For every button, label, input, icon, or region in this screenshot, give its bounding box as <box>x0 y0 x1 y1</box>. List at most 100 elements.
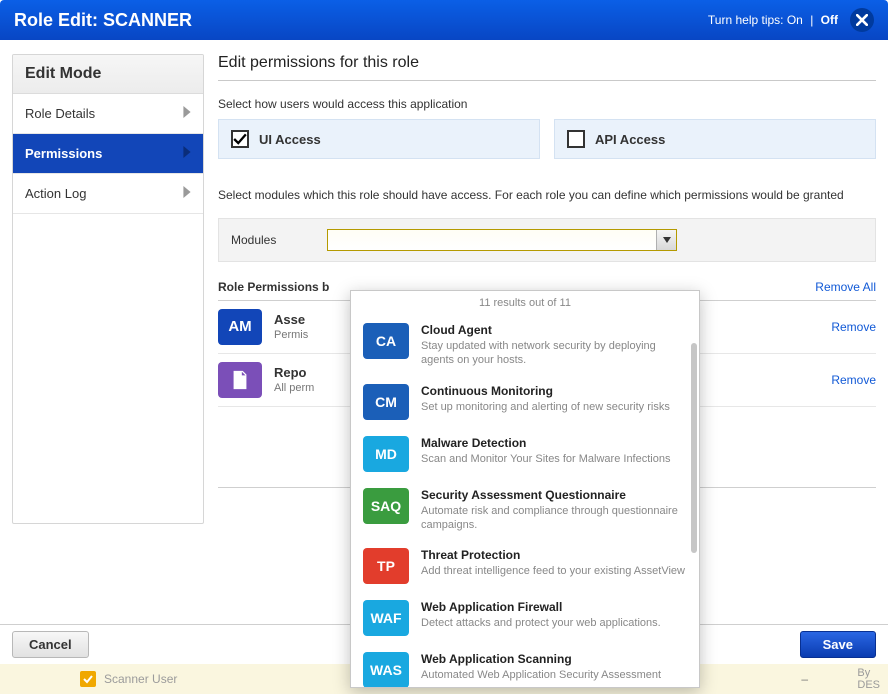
modules-combo <box>327 229 677 251</box>
dropdown-item[interactable]: CA Cloud Agent Stay updated with network s… <box>351 315 699 376</box>
dropdown-item-texts: Continuous MonitoringSet up monitoring a… <box>421 384 687 414</box>
window-title: Role Edit: SCANNER <box>14 10 192 31</box>
titlebar: Role Edit: SCANNER Turn help tips: On | … <box>0 0 888 40</box>
scanner-user-checkbox[interactable] <box>80 671 96 687</box>
module-badge: TP <box>363 548 409 584</box>
module-badge-reports <box>218 362 262 398</box>
modules-input[interactable] <box>327 229 677 251</box>
dropdown-item-texts: Web Application Firewall Detect attacks a… <box>421 600 687 630</box>
sidebar-header: Edit Mode <box>13 55 203 94</box>
by-label: By <box>857 667 880 679</box>
sidebar-item-label: Role Details <box>25 106 95 121</box>
modules-dropdown-toggle[interactable] <box>656 230 676 250</box>
modules-bar: Modules <box>218 218 876 262</box>
module-badge: MD <box>363 436 409 472</box>
dropdown-item-texts: Malware Detection Scan and Monitor Your S… <box>421 436 687 466</box>
dash: – <box>801 672 808 686</box>
api-access-option[interactable]: API Access <box>554 119 876 159</box>
help-tips-divider: | <box>806 13 817 27</box>
dropdown-item-desc: Automate risk and compliance through que… <box>421 504 687 533</box>
permission-title: Repo <box>274 365 314 380</box>
dropdown-item[interactable]: SAQ Security Assessment Questionnaire Auto… <box>351 480 699 541</box>
help-tips-off[interactable]: Off <box>821 13 838 27</box>
sidebar-item-permissions[interactable]: Permissions <box>13 134 203 174</box>
permission-title: Asse <box>274 312 308 327</box>
dropdown-item[interactable]: WAS Web Application Scanning Automated Web… <box>351 644 699 687</box>
titlebar-right: Turn help tips: On | Off <box>708 8 874 32</box>
dropdown-list[interactable]: CA Cloud Agent Stay updated with network s… <box>351 315 699 687</box>
sidebar-item-role-details[interactable]: Role Details <box>13 94 203 134</box>
help-tips-on[interactable]: On <box>787 13 803 27</box>
dropdown-item-desc: Add threat intelligence feed to your exi… <box>421 564 687 578</box>
help-tips-toggle: Turn help tips: On | Off <box>708 13 838 27</box>
dropdown-item-texts: Web Application Scanning Automated Web Ap… <box>421 652 687 682</box>
permission-row-left: Repo All perm <box>218 362 314 398</box>
dropdown-item[interactable]: TP Threat Protection Add threat intelligen… <box>351 540 699 592</box>
sidebar-item-action-log[interactable]: Action Log <box>13 174 203 214</box>
save-button[interactable]: Save <box>800 631 876 658</box>
dropdown-item-texts: Threat Protection Add threat intelligence… <box>421 548 687 578</box>
chevron-right-icon <box>183 106 191 121</box>
module-badge: CM <box>363 384 409 420</box>
check-icon <box>83 674 93 684</box>
bottom-right: By DES <box>857 667 880 691</box>
scanner-user-label: Scanner User <box>104 672 177 686</box>
module-badge: SAQ <box>363 488 409 524</box>
document-icon <box>229 369 251 391</box>
cancel-button[interactable]: Cancel <box>12 631 89 658</box>
sidebar: Edit Mode Role Details Permissions Actio… <box>12 54 204 524</box>
dropdown-item-title: Web Application Firewall <box>421 600 687 614</box>
dropdown-item-title: Malware Detection <box>421 436 687 450</box>
chevron-right-icon <box>183 146 191 161</box>
dropdown-item-desc: Automated Web Application Security Asses… <box>421 668 687 682</box>
dropdown-result-count: 11 results out of 11 <box>351 291 699 315</box>
caret-down-icon <box>663 237 671 243</box>
dropdown-item-title: Web Application Scanning <box>421 652 687 666</box>
module-badge: WAF <box>363 600 409 636</box>
remove-all-link[interactable]: Remove All <box>815 280 876 294</box>
dropdown-item-title: Threat Protection <box>421 548 687 562</box>
api-access-checkbox[interactable] <box>567 130 585 148</box>
access-row: UI Access API Access <box>218 119 876 159</box>
permissions-header-title: Role Permissions b <box>218 280 329 294</box>
scanner-user-item: Scanner User <box>80 671 177 687</box>
remove-link[interactable]: Remove <box>831 320 876 334</box>
permission-sub: Permis <box>274 329 308 341</box>
module-badge: WAS <box>363 652 409 687</box>
close-button[interactable] <box>850 8 874 32</box>
role-edit-window: Role Edit: SCANNER Turn help tips: On | … <box>0 0 888 694</box>
close-icon <box>856 14 868 26</box>
modules-label: Modules <box>231 233 327 247</box>
help-tips-label: Turn help tips: <box>708 13 784 27</box>
page-title: Edit permissions for this role <box>218 54 876 81</box>
dropdown-item-title: Continuous Monitoring <box>421 384 687 398</box>
permission-row-left: AM Asse Permis <box>218 309 308 345</box>
module-badge-am: AM <box>218 309 262 345</box>
dropdown-item-desc: Stay updated with network security by de… <box>421 339 687 368</box>
dropdown-item[interactable]: MD Malware Detection Scan and Monitor Your… <box>351 428 699 480</box>
permission-sub: All perm <box>274 382 314 394</box>
module-badge: CA <box>363 323 409 359</box>
dropdown-item-title: Cloud Agent <box>421 323 687 337</box>
dropdown-item-desc: Scan and Monitor Your Sites for Malware … <box>421 452 687 466</box>
permission-texts: Asse Permis <box>274 312 308 341</box>
dropdown-item-texts: Security Assessment Questionnaire Automat… <box>421 488 687 533</box>
modules-dropdown: 11 results out of 11 CA Cloud Agent Stay u… <box>350 290 700 688</box>
access-intro: Select how users would access this appli… <box>218 97 876 111</box>
chevron-right-icon <box>183 186 191 201</box>
permission-texts: Repo All perm <box>274 365 314 394</box>
remove-link[interactable]: Remove <box>831 373 876 387</box>
ui-access-label: UI Access <box>259 132 321 147</box>
dropdown-item[interactable]: WAF Web Application Firewall Detect attack… <box>351 592 699 644</box>
dropdown-item[interactable]: CM Continuous MonitoringSet up monitoring… <box>351 376 699 428</box>
dropdown-item-title: Security Assessment Questionnaire <box>421 488 687 502</box>
ui-access-checkbox[interactable] <box>231 130 249 148</box>
dropdown-item-desc: Detect attacks and protect your web appl… <box>421 616 687 630</box>
sidebar-item-label: Action Log <box>25 186 86 201</box>
dropdown-scrollbar[interactable] <box>691 343 697 553</box>
dropdown-item-texts: Cloud Agent Stay updated with network sec… <box>421 323 687 368</box>
api-access-label: API Access <box>595 132 665 147</box>
des-label: DES <box>857 679 880 691</box>
check-icon <box>233 132 247 146</box>
ui-access-option[interactable]: UI Access <box>218 119 540 159</box>
